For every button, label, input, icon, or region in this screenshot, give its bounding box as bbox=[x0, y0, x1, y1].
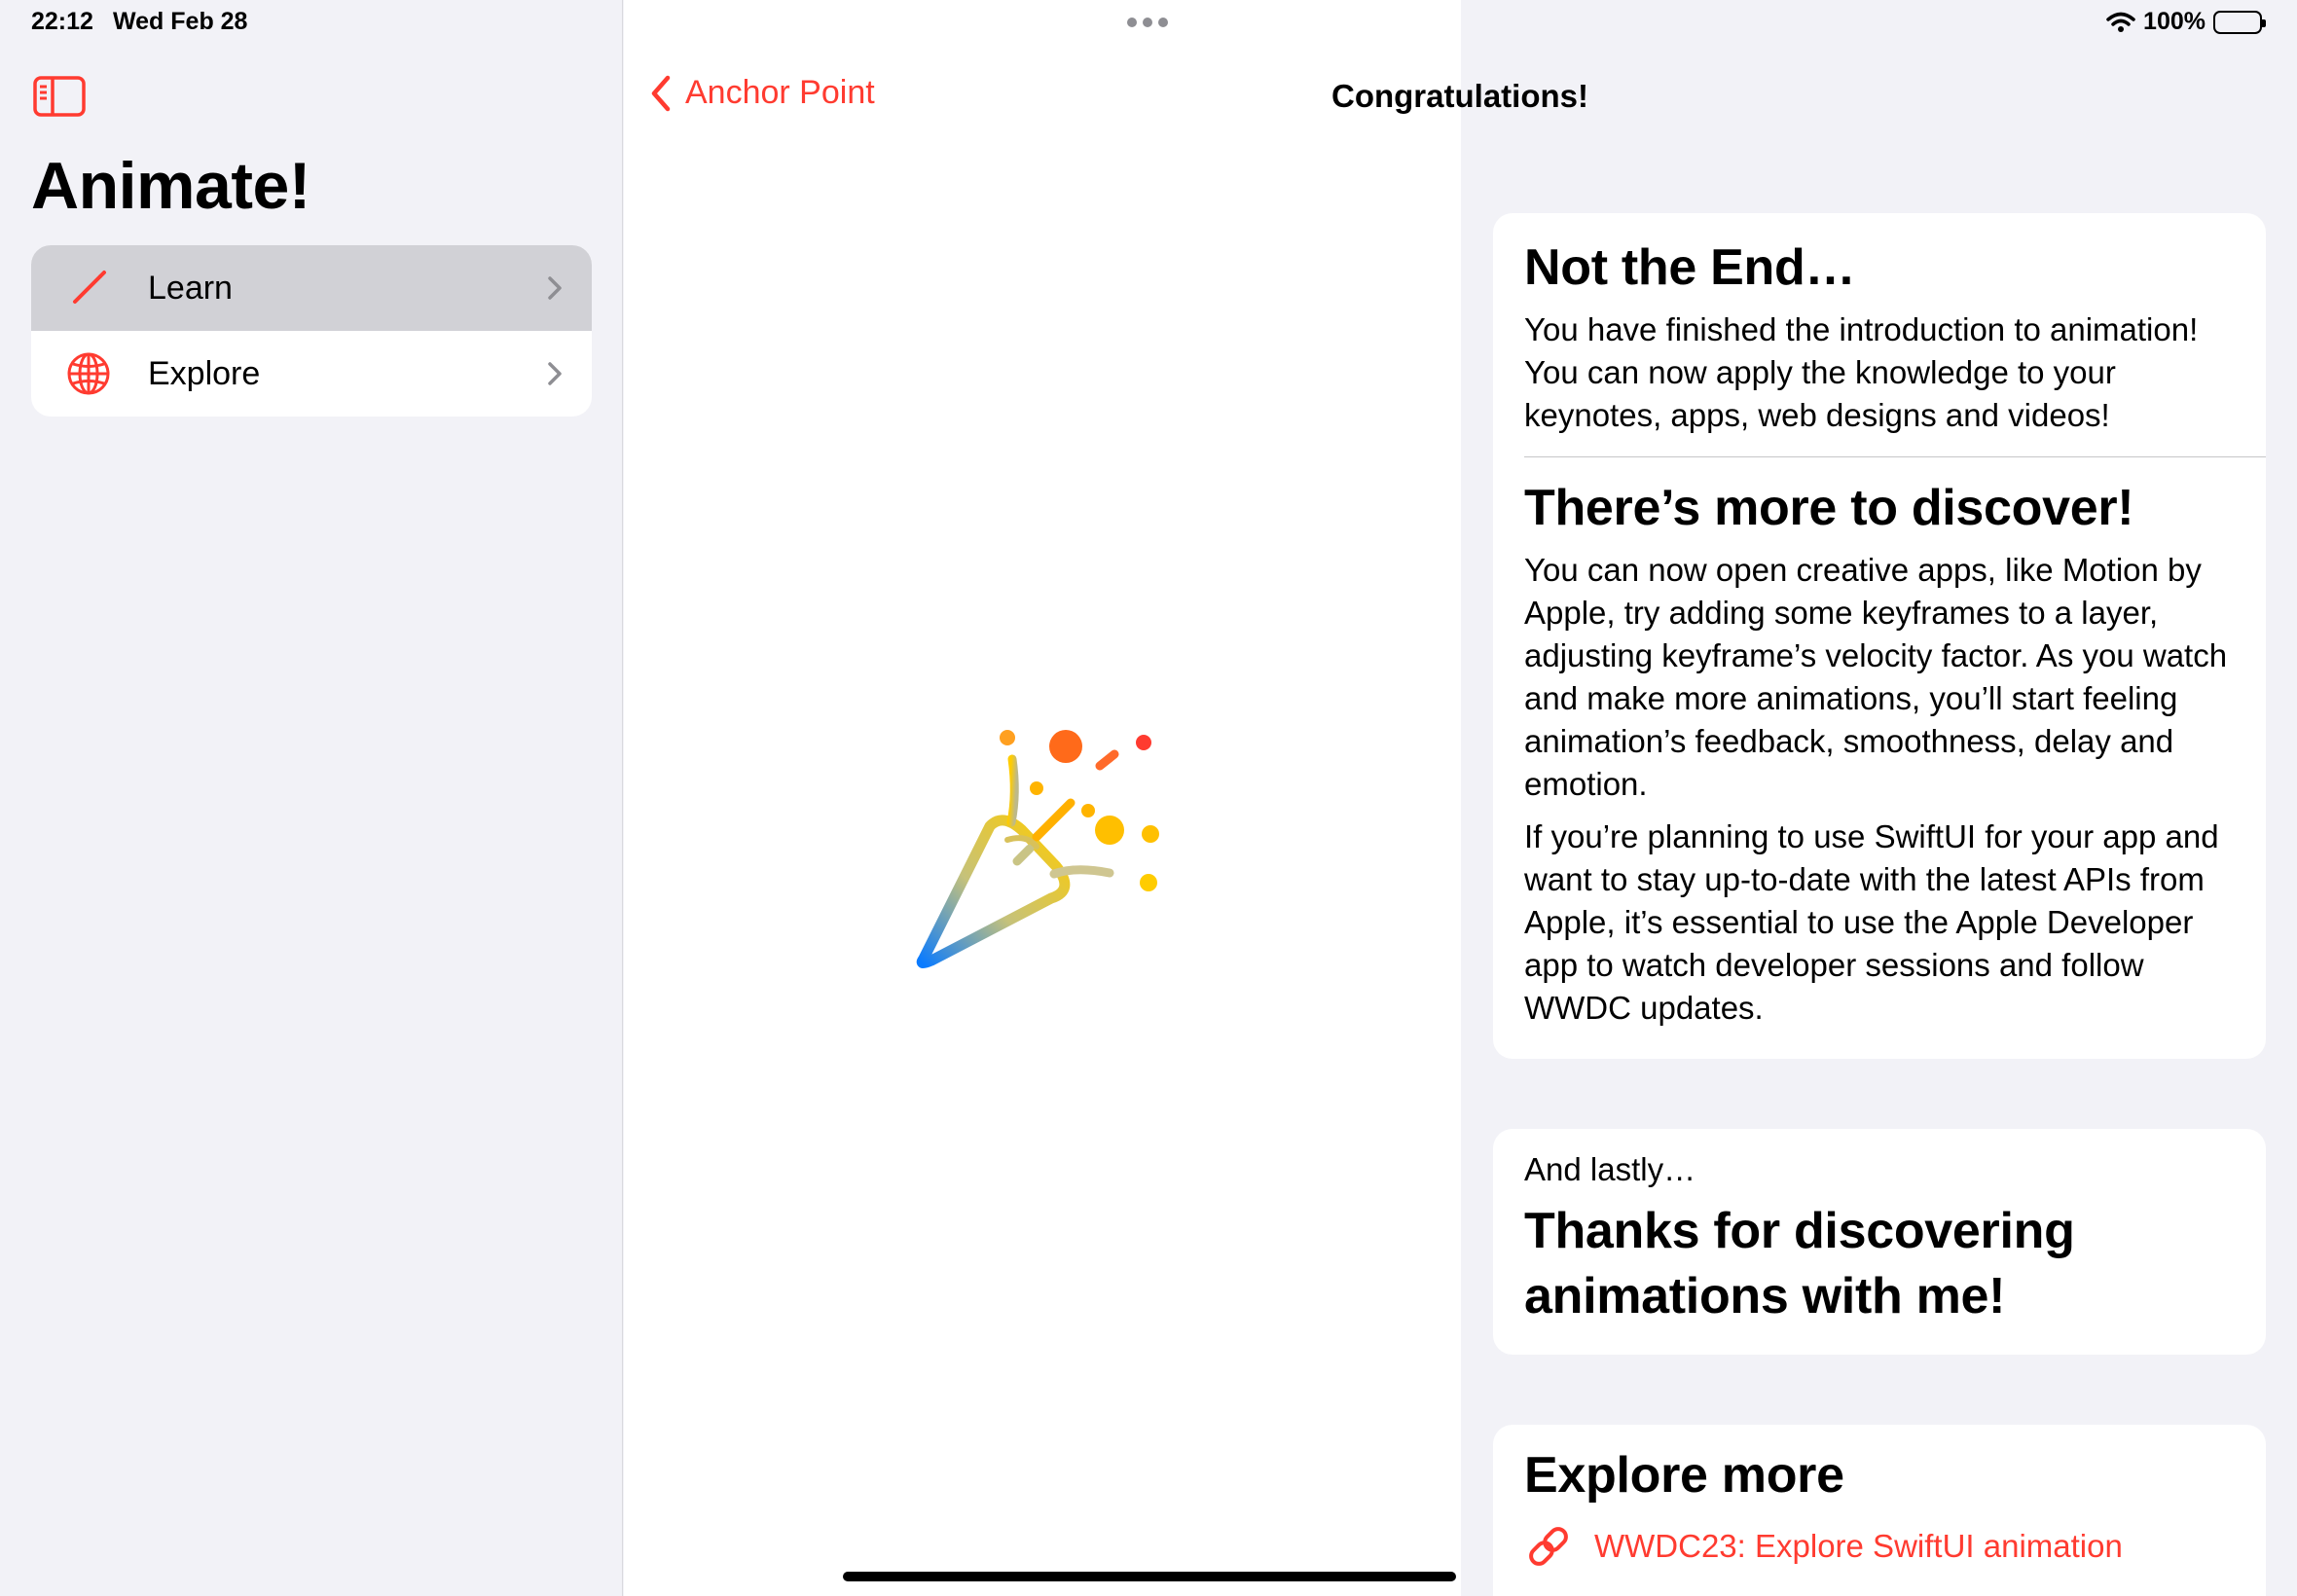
section-title: There’s more to discover! bbox=[1524, 480, 2134, 536]
sidebar-list: Learn Explore bbox=[31, 245, 592, 417]
closing-card: And lastly… Thanks for discovering anima… bbox=[1493, 1129, 2266, 1355]
explore-link-label: WWDC23: Explore SwiftUI animation bbox=[1594, 1528, 2123, 1564]
globe-icon bbox=[66, 351, 111, 396]
closing-title: Thanks for discovering animations with m… bbox=[1524, 1203, 2075, 1324]
sidebar-item-explore[interactable]: Explore bbox=[31, 331, 592, 417]
section-body: You have finished the introduction to an… bbox=[1524, 311, 2199, 433]
sidebar-item-label: Learn bbox=[148, 269, 233, 307]
explore-link[interactable]: WWDC23: Explore SwiftUI animation bbox=[1524, 1522, 2235, 1571]
chevron-left-icon bbox=[651, 75, 671, 111]
link-icon bbox=[1529, 1527, 1568, 1566]
explore-card: Explore more WWDC23: Explore SwiftUI ani… bbox=[1493, 1425, 2266, 1596]
section-body: You can now open creative apps, like Mot… bbox=[1524, 552, 2228, 802]
section-body: If you’re planning to use SwiftUI for yo… bbox=[1524, 818, 2219, 1026]
page-title: Congratulations! bbox=[1331, 78, 1588, 114]
section-title: Not the End… bbox=[1524, 239, 1856, 296]
sidebar-item-learn[interactable]: Learn bbox=[31, 245, 592, 331]
explore-title: Explore more bbox=[1524, 1447, 1844, 1504]
chevron-right-icon bbox=[548, 362, 562, 385]
sidebar-title: Animate! bbox=[31, 149, 310, 223]
sidebar: Animate! Learn Explore bbox=[0, 0, 623, 1596]
sidebar-toggle-icon[interactable] bbox=[33, 76, 86, 117]
battery-icon bbox=[2213, 10, 2266, 34]
party-popper-icon bbox=[916, 730, 1159, 969]
status-date: Wed Feb 28 bbox=[113, 8, 248, 35]
battery-percentage: 100% bbox=[2143, 8, 2206, 35]
pencil-icon bbox=[66, 266, 111, 310]
closing-caption: And lastly… bbox=[1524, 1151, 1696, 1187]
home-indicator bbox=[843, 1572, 1456, 1581]
divider bbox=[1524, 456, 2266, 457]
status-time: 22:12 bbox=[31, 8, 93, 35]
back-button-label: Anchor Point bbox=[685, 74, 875, 111]
back-button[interactable]: Anchor Point bbox=[650, 74, 875, 112]
content-card: Not the End… You have finished the intro… bbox=[1493, 213, 2266, 1059]
status-indicators: 100% bbox=[2106, 8, 2266, 36]
wifi-icon bbox=[2106, 12, 2135, 32]
ipad-screen: Animate! Learn Explore 22:12 Wed Feb 28 … bbox=[0, 0, 2297, 1596]
multitasking-menu-icon[interactable] bbox=[1127, 18, 1168, 27]
chevron-right-icon bbox=[548, 276, 562, 300]
sidebar-item-label: Explore bbox=[148, 354, 261, 392]
